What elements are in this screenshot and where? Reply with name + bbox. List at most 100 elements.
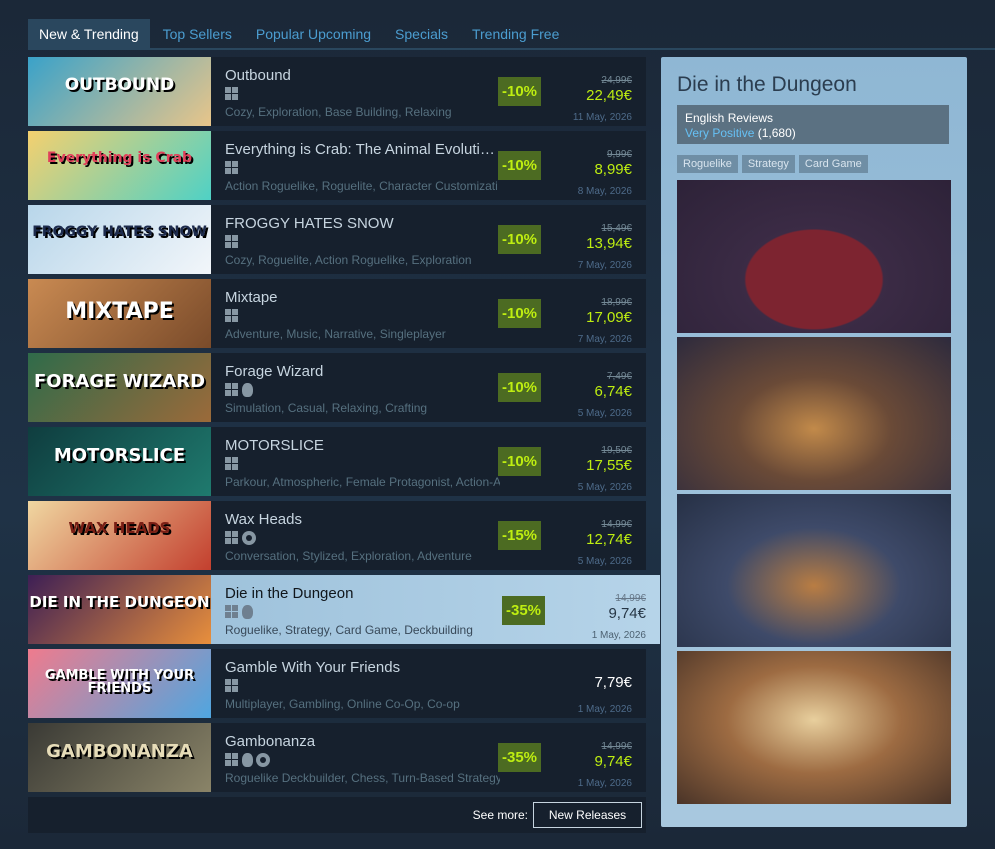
reviews-label: English Reviews <box>685 111 774 125</box>
game-capsule-image[interactable]: FORAGE WIZARD <box>28 353 211 422</box>
detail-tag[interactable]: Roguelike <box>677 155 738 173</box>
game-name: Mixtape <box>225 289 278 306</box>
detail-tag[interactable]: Card Game <box>798 155 868 173</box>
game-name: Die in the Dungeon <box>225 585 354 602</box>
detail-tag[interactable]: Strategy <box>741 155 795 173</box>
capsule-title: Everything is Crab <box>46 150 193 166</box>
windows-icon <box>225 383 239 397</box>
game-name: Wax Heads <box>225 511 302 528</box>
reviews-count: (1,680) <box>757 126 796 140</box>
discount-badge: -10% <box>498 373 541 402</box>
final-price: 9,74€ <box>608 605 646 622</box>
windows-icon <box>225 87 239 101</box>
game-screenshot[interactable] <box>677 337 951 490</box>
reviews-line: Very Positive (1,680) <box>685 126 796 140</box>
original-price: 14,99€ <box>601 741 632 752</box>
release-date: 7 May, 2026 <box>577 260 632 271</box>
game-tags: Action Roguelike, Roguelite, Character C… <box>225 179 498 193</box>
release-date: 1 May, 2026 <box>577 704 632 715</box>
game-tags: Cozy, Exploration, Base Building, Relaxi… <box>225 105 452 119</box>
game-row[interactable]: FORAGE WIZARD Forage Wizard Simulation, Ca… <box>28 353 646 422</box>
game-capsule-image[interactable]: FROGGY HATES SNOW <box>28 205 211 274</box>
game-tags: Parkour, Atmospheric, Female Protagonist… <box>225 475 500 489</box>
discount-badge: -10% <box>498 77 541 106</box>
game-capsule-image[interactable]: MIXTAPE <box>28 279 211 348</box>
tab-specials[interactable]: Specials <box>384 19 459 49</box>
review-summary: English Reviews Very Positive (1,680) <box>677 105 949 144</box>
capsule-title: FORAGE WIZARD <box>33 371 206 392</box>
discount-badge: -10% <box>498 447 541 476</box>
game-capsule-image[interactable]: DIE IN THE DUNGEON <box>28 575 211 644</box>
windows-icon <box>225 679 239 693</box>
final-price: 17,55€ <box>586 457 632 474</box>
tab-new-trending[interactable]: New & Trending <box>28 19 150 49</box>
apple-icon <box>242 383 253 397</box>
release-date: 7 May, 2026 <box>577 334 632 345</box>
release-date: 1 May, 2026 <box>577 778 632 789</box>
game-screenshot[interactable] <box>677 494 951 647</box>
game-capsule-image[interactable]: GAMBONANZA <box>28 723 211 792</box>
game-list: OUTBOUND Outbound Cozy, Exploration, Base … <box>28 57 660 797</box>
game-capsule-image[interactable]: Everything is Crab <box>28 131 211 200</box>
game-row[interactable]: FROGGY HATES SNOW FROGGY HATES SNOW Cozy, … <box>28 205 646 274</box>
tab-top-sellers[interactable]: Top Sellers <box>152 19 243 49</box>
steam-icon <box>256 753 270 767</box>
game-capsule-image[interactable]: GAMBLE WITH YOUR FRIENDS <box>28 649 211 718</box>
capsule-title: MIXTAPE <box>65 299 174 324</box>
release-date: 5 May, 2026 <box>577 556 632 567</box>
final-price: 13,94€ <box>586 235 632 252</box>
capsule-title: FROGGY HATES SNOW <box>32 224 207 240</box>
release-date: 5 May, 2026 <box>577 408 632 419</box>
platform-icons <box>225 753 270 767</box>
game-row[interactable]: GAMBONANZA Gambonanza Roguelike Deckbuilde… <box>28 723 646 792</box>
game-row[interactable]: DIE IN THE DUNGEON Die in the Dungeon Rogu… <box>28 575 660 644</box>
capsule-title: OUTBOUND <box>64 75 175 95</box>
game-name: Outbound <box>225 67 291 84</box>
discount-badge: -35% <box>502 596 545 625</box>
game-name: MOTORSLICE <box>225 437 324 454</box>
tab-trending-free[interactable]: Trending Free <box>461 19 570 49</box>
tab-divider <box>28 48 995 50</box>
platform-icons <box>225 161 239 175</box>
game-screenshot[interactable] <box>677 180 951 333</box>
windows-icon <box>225 605 239 619</box>
windows-icon <box>225 309 239 323</box>
game-row[interactable]: OUTBOUND Outbound Cozy, Exploration, Base … <box>28 57 646 126</box>
capsule-title: GAMBLE WITH YOUR FRIENDS <box>44 668 195 696</box>
capsule-title: WAX HEADS <box>68 519 171 537</box>
tab-popular-upcoming[interactable]: Popular Upcoming <box>245 19 382 49</box>
game-tags: Conversation, Stylized, Exploration, Adv… <box>225 549 472 563</box>
platform-icons <box>225 679 239 693</box>
game-name: Gamble With Your Friends <box>225 659 401 676</box>
release-date: 5 May, 2026 <box>577 482 632 493</box>
game-row[interactable]: Everything is Crab Everything is Crab: Th… <box>28 131 646 200</box>
final-price: 7,79€ <box>594 674 632 691</box>
apple-icon <box>242 605 253 619</box>
game-capsule-image[interactable]: MOTORSLICE <box>28 427 211 496</box>
discount-badge: -35% <box>498 743 541 772</box>
capsule-title: MOTORSLICE <box>53 445 186 466</box>
original-price: 14,99€ <box>601 519 632 530</box>
final-price: 9,74€ <box>594 753 632 770</box>
final-price: 8,99€ <box>594 161 632 178</box>
platform-icons <box>225 87 239 101</box>
game-row[interactable]: GAMBLE WITH YOUR FRIENDS Gamble With Your… <box>28 649 646 718</box>
steam-icon <box>242 531 256 545</box>
game-name: FROGGY HATES SNOW <box>225 215 394 232</box>
game-name: Everything is Crab: The Animal Evoluti… <box>225 141 495 158</box>
game-name: Gambonanza <box>225 733 316 750</box>
game-screenshot[interactable] <box>677 651 951 804</box>
game-row[interactable]: MOTORSLICE MOTORSLICE Parkour, Atmospheric… <box>28 427 646 496</box>
game-capsule-image[interactable]: OUTBOUND <box>28 57 211 126</box>
game-detail-panel: Die in the Dungeon English Reviews Very … <box>661 57 967 827</box>
detail-tags: Roguelike Strategy Card Game <box>677 155 868 173</box>
game-row[interactable]: WAX HEADS Wax Heads Conversation, Stylized… <box>28 501 646 570</box>
discount-badge: -10% <box>498 299 541 328</box>
game-row[interactable]: MIXTAPE Mixtape Adventure, Music, Narrativ… <box>28 279 646 348</box>
game-capsule-image[interactable]: WAX HEADS <box>28 501 211 570</box>
new-releases-button[interactable]: New Releases <box>533 802 642 828</box>
original-price: 18,99€ <box>601 297 632 308</box>
original-price: 19,50€ <box>601 445 632 456</box>
discount-badge: -10% <box>498 225 541 254</box>
apple-icon <box>242 753 253 767</box>
